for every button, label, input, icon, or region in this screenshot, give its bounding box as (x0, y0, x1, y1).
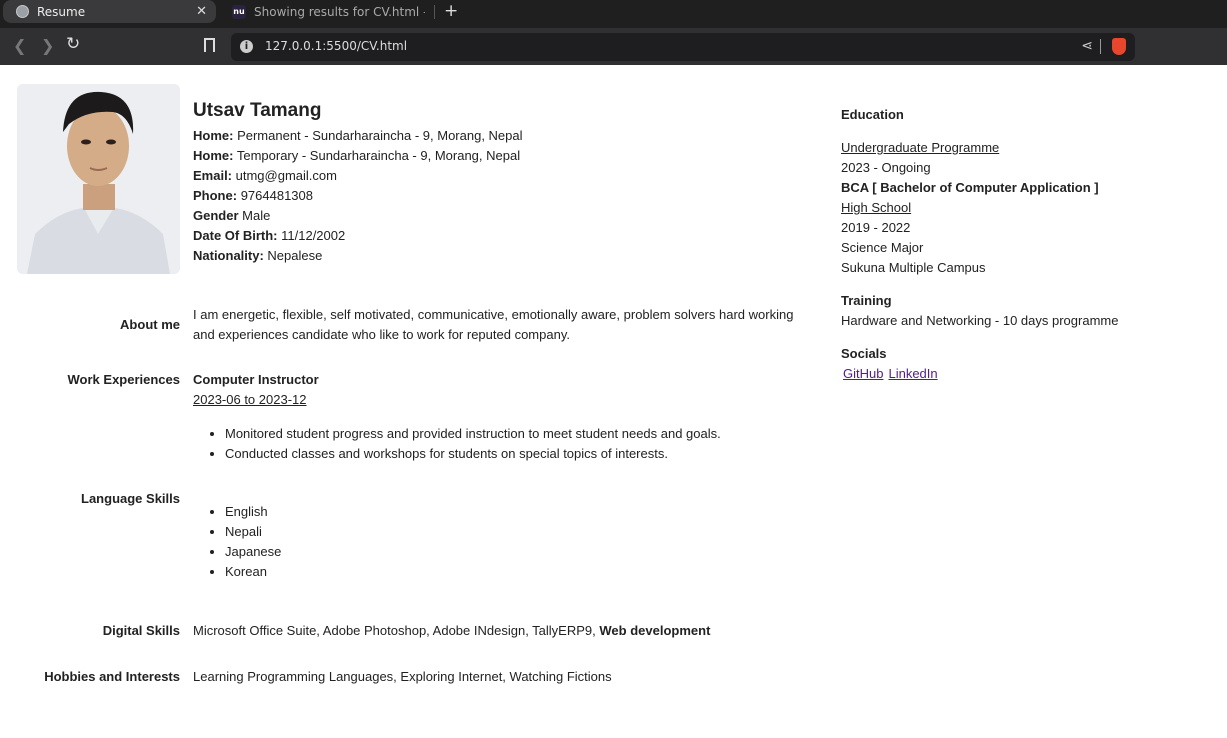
info-row-dob: Date Of Birth: 11/12/2002 (193, 228, 346, 243)
url-text[interactable]: 127.0.0.1:5500/CV.html (265, 39, 407, 53)
share-icon[interactable]: ⋖ (1081, 38, 1093, 54)
language-list: English Nepali Japanese Korean (193, 502, 281, 582)
training-heading: Training (841, 293, 892, 308)
reload-icon[interactable]: ↻ (66, 34, 80, 54)
forward-arrow-icon[interactable]: ❯ (41, 36, 54, 55)
tab-divider (434, 5, 435, 19)
linkedin-link[interactable]: LinkedIn (888, 366, 937, 381)
info-row-gender: Gender Male (193, 208, 271, 223)
undergraduate-link[interactable]: Undergraduate Programme (841, 138, 1099, 158)
personal-info: Home: Permanent - Sundarharaincha - 9, M… (193, 126, 523, 266)
job-dates: 2023-06 to 2023-12 (193, 392, 307, 407)
new-tab-plus-icon[interactable]: + (444, 1, 458, 21)
back-arrow-icon[interactable]: ❮ (13, 36, 26, 55)
list-item: Monitored student progress and provided … (225, 424, 813, 444)
language-section: English Nepali Japanese Korean (193, 502, 281, 582)
socials-section: Socials GitHub LinkedIn (841, 344, 943, 384)
hs-major: Science Major (841, 240, 924, 255)
info-row-email: Email: utmg@gmail.com (193, 168, 337, 183)
github-link[interactable]: GitHub (843, 366, 883, 381)
training-text: Hardware and Networking - 10 days progra… (841, 313, 1119, 328)
browser-tab-bar: Resume ✕ nu Showing results for CV.html … (0, 0, 1227, 28)
ug-degree: BCA [ Bachelor of Computer Application ] (841, 180, 1099, 195)
hobbies-text: Learning Programming Languages, Explorin… (193, 669, 612, 684)
training-section: Training Hardware and Networking - 10 da… (841, 291, 1118, 331)
brave-shield-icon[interactable] (1112, 38, 1126, 55)
profile-photo (17, 84, 180, 274)
globe-icon (15, 5, 29, 19)
info-row-home-temporary: Home: Temporary - Sundarharaincha - 9, M… (193, 148, 521, 163)
education-section: Education (841, 107, 904, 122)
work-label: Work Experiences (67, 372, 180, 387)
profile-photo-illustration (17, 84, 180, 274)
address-bar-divider (1100, 39, 1101, 54)
digital-label: Digital Skills (102, 623, 180, 638)
site-info-icon[interactable]: i (240, 40, 253, 53)
list-item: Nepali (225, 522, 281, 542)
hs-school: Sukuna Multiple Campus (841, 260, 986, 275)
about-label: About me (120, 317, 180, 332)
nu-favicon-icon: nu (232, 4, 246, 19)
tab-title: Resume (37, 4, 86, 19)
digital-skill-highlight: Web development (599, 623, 711, 638)
high-school-link[interactable]: High School (841, 198, 1099, 218)
work-section: Computer Instructor 2023-06 to 2023-12 M… (193, 370, 813, 464)
tab-resume[interactable]: Resume ✕ (3, 0, 216, 23)
info-row-nationality: Nationality: Nepalese (193, 248, 323, 263)
address-bar[interactable]: i 127.0.0.1:5500/CV.html ⋖ (231, 33, 1135, 61)
resume-page: Utsav Tamang Home: Permanent - Sundarhar… (0, 65, 1227, 738)
digital-skills: Microsoft Office Suite, Adobe Photoshop,… (193, 623, 711, 638)
hobbies-label: Hobbies and Interests (44, 669, 180, 684)
about-text: I am energetic, flexible, self motivated… (193, 307, 794, 342)
list-item: Korean (225, 562, 281, 582)
bookmark-icon[interactable] (204, 38, 215, 52)
ug-years: 2023 - Ongoing (841, 160, 931, 175)
applicant-name: Utsav Tamang (193, 100, 322, 121)
list-item: English (225, 502, 281, 522)
info-row-home-permanent: Home: Permanent - Sundarharaincha - 9, M… (193, 128, 523, 143)
education-heading: Education (841, 107, 904, 122)
hs-years: 2019 - 2022 (841, 220, 911, 235)
list-item: Conducted classes and workshops for stud… (225, 444, 813, 464)
list-item: Japanese (225, 542, 281, 562)
tab-search-results[interactable]: nu Showing results for CV.html – (230, 0, 425, 23)
socials-heading: Socials (841, 346, 887, 361)
job-title: Computer Instructor (193, 372, 319, 387)
job-bullets: Monitored student progress and provided … (193, 424, 813, 464)
close-icon[interactable]: ✕ (196, 4, 207, 19)
tab-title: Showing results for CV.html – (254, 4, 425, 19)
info-row-phone: Phone: 9764481308 (193, 188, 313, 203)
education-details: Undergraduate Programme 2023 - Ongoing B… (841, 138, 1099, 278)
language-label: Language Skills (81, 491, 180, 506)
